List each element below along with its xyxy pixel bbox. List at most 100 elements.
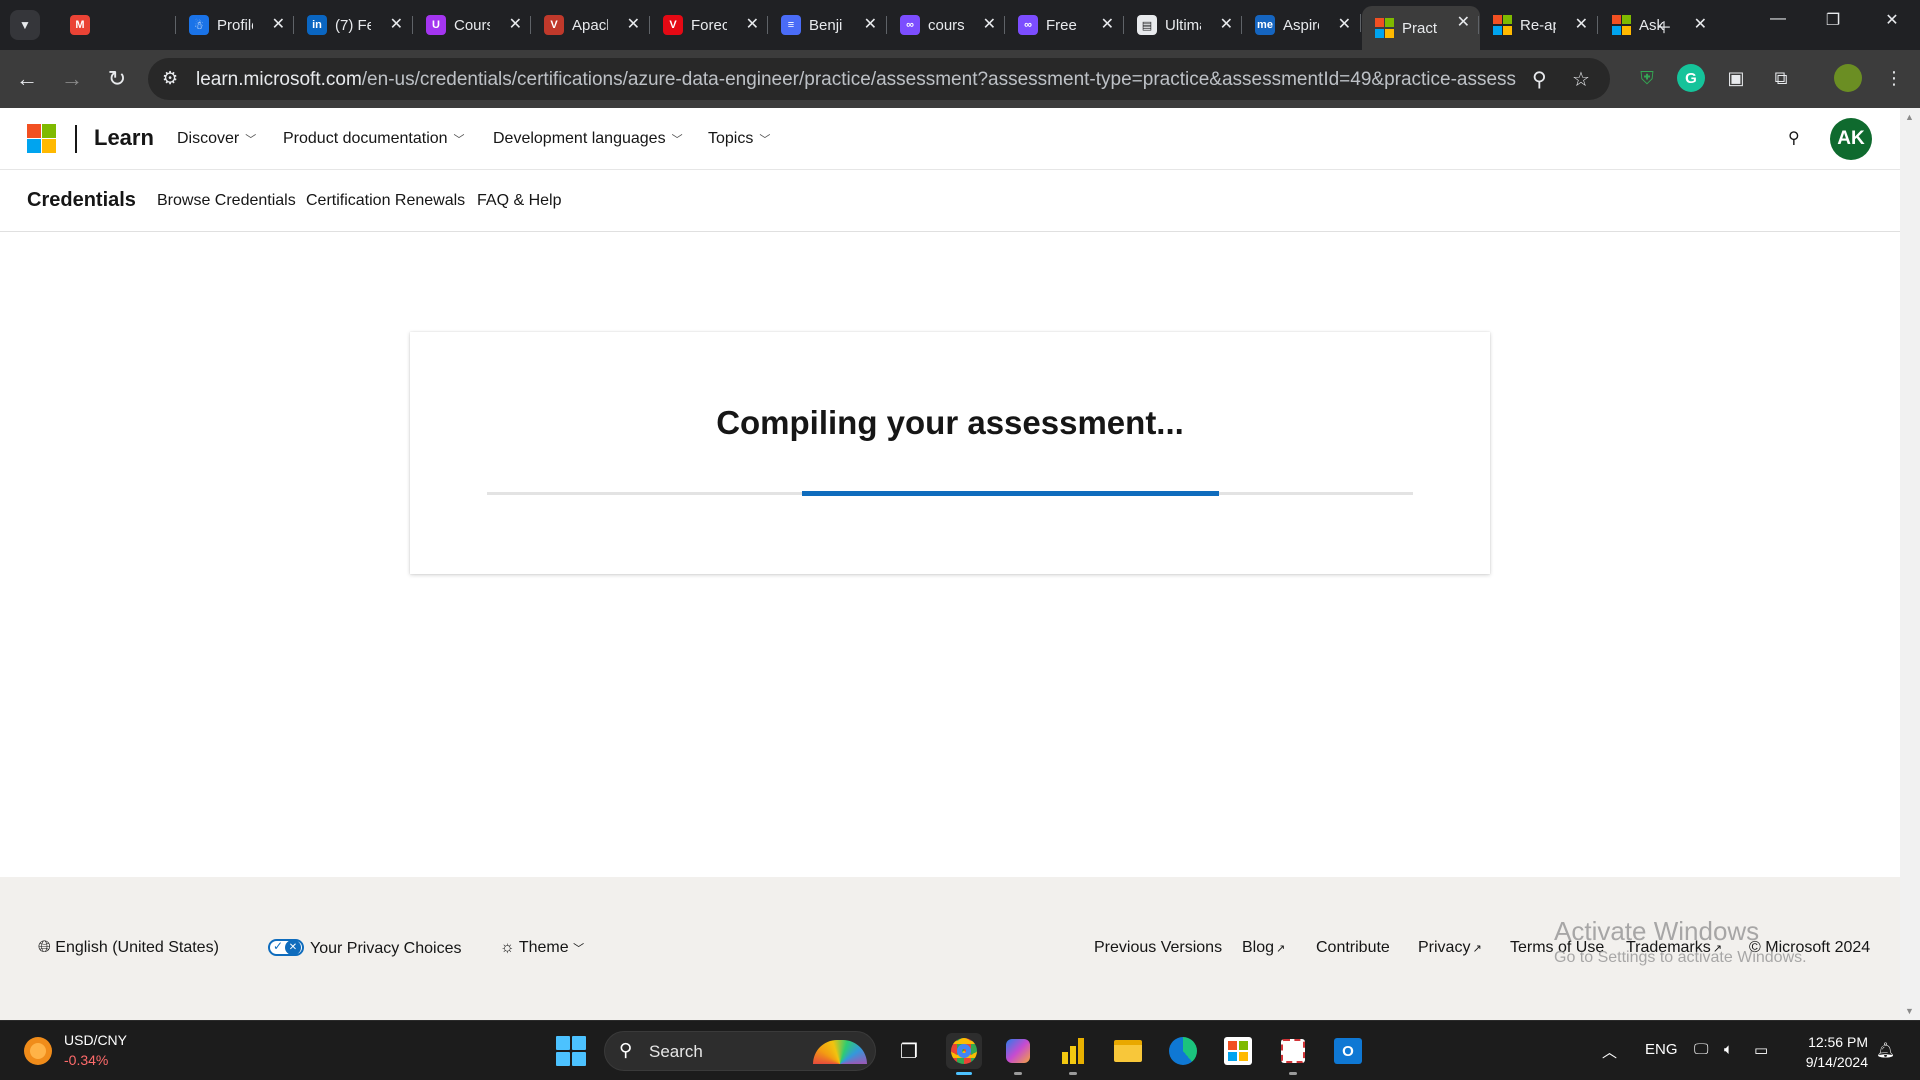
ticker-symbol[interactable]: USD/CNY: [64, 1032, 127, 1048]
edge-taskbar-icon[interactable]: [1165, 1033, 1201, 1069]
learn-brand-link[interactable]: Learn: [94, 125, 154, 151]
external-link-icon: ↗: [1276, 943, 1286, 955]
nav-development-languages[interactable]: Development languages ﹀: [493, 130, 683, 148]
snipping-tool-taskbar-icon[interactable]: [1275, 1033, 1311, 1075]
close-tab-icon[interactable]: ✕: [1220, 14, 1233, 34]
watermark-subtitle: Go to Settings to activate Windows.: [1554, 949, 1807, 966]
notifications-bell-icon[interactable]: 🔔︎: [1876, 1041, 1895, 1059]
power-bi-taskbar-icon[interactable]: [1055, 1033, 1091, 1075]
browser-tab[interactable]: ☃ Profile ✕: [175, 8, 295, 42]
taskbar-search-label: Search: [649, 1042, 703, 1061]
taskbar-search[interactable]: ⚲ Search: [604, 1031, 876, 1071]
network-icon[interactable]: 🖵︎: [1694, 1041, 1708, 1058]
udemy-icon: U: [426, 15, 446, 35]
nav-product-documentation[interactable]: Product documentation ﹀: [283, 130, 465, 148]
footer-link-label: Blog: [1242, 939, 1275, 956]
browser-tab[interactable]: Re-apply ✕: [1478, 8, 1598, 42]
zoom-icon[interactable]: ⚲: [1532, 67, 1547, 92]
privacy-choices-link[interactable]: Your Privacy Choices: [268, 939, 461, 958]
tab-title: Profile: [217, 16, 253, 34]
profile-avatar-icon[interactable]: [1834, 64, 1862, 92]
browser-tab[interactable]: V Apache ✕: [530, 8, 650, 42]
language-selector[interactable]: 🌐︎ English (United States): [38, 939, 219, 957]
close-tab-icon[interactable]: ✕: [272, 14, 285, 34]
extensions-puzzle-icon[interactable]: ⧉: [1767, 64, 1795, 92]
footer-link-contribute[interactable]: Contribute: [1316, 939, 1390, 957]
tab-search-button[interactable]: ▼: [10, 10, 40, 40]
chrome-taskbar-icon[interactable]: [946, 1033, 982, 1075]
close-tab-icon[interactable]: ✕: [1694, 14, 1707, 34]
credentials-title[interactable]: Credentials: [27, 189, 136, 212]
scroll-down-arrow-icon[interactable]: ▼: [1905, 1006, 1914, 1016]
show-hidden-icons-chevron-icon[interactable]: ︿: [1602, 1041, 1617, 1062]
tab-title: Course: [454, 16, 490, 34]
browser-tab[interactable]: ∞ Free ✕: [1004, 8, 1124, 42]
browser-tab[interactable]: ▤ Ultimate ✕: [1123, 8, 1243, 42]
close-tab-icon[interactable]: ✕: [1101, 14, 1114, 34]
microsoft-logo[interactable]: [27, 124, 56, 153]
battery-icon[interactable]: ▭: [1754, 1041, 1768, 1059]
close-tab-icon[interactable]: ✕: [746, 14, 759, 34]
nav-topics[interactable]: Topics ﹀: [708, 130, 770, 148]
close-window-button[interactable]: ✕: [1872, 10, 1912, 30]
address-bar[interactable]: ⚙ learn.microsoft.com/en-us/credentials/…: [148, 58, 1610, 100]
new-tab-button[interactable]: ＋: [1644, 14, 1684, 38]
input-language[interactable]: ENG: [1645, 1041, 1678, 1058]
nav-discover[interactable]: Discover ﹀: [177, 130, 256, 148]
file-explorer-taskbar-icon[interactable]: [1110, 1033, 1146, 1069]
copilot-taskbar-icon[interactable]: [1000, 1033, 1036, 1075]
outlook-taskbar-icon[interactable]: O: [1330, 1033, 1366, 1069]
browser-tab[interactable]: ∞ course ✕: [886, 8, 1006, 42]
footer-link-blog[interactable]: Blog ↗: [1242, 939, 1285, 957]
theme-selector[interactable]: ☼ Theme ﹀: [500, 939, 584, 957]
reading-mode-icon[interactable]: ▣: [1722, 64, 1750, 92]
volume-icon[interactable]: 🔈︎: [1724, 1041, 1733, 1058]
start-button[interactable]: [556, 1036, 586, 1066]
shield-extension-icon[interactable]: ⛨: [1633, 64, 1661, 92]
close-tab-icon[interactable]: ✕: [509, 14, 522, 34]
task-view-icon[interactable]: ❐: [891, 1033, 927, 1069]
clock-date: 9/14/2024: [1805, 1054, 1868, 1070]
close-tab-icon[interactable]: ✕: [983, 14, 996, 34]
store-taskbar-icon[interactable]: [1220, 1033, 1256, 1069]
close-tab-icon[interactable]: ✕: [627, 14, 640, 34]
close-tab-icon[interactable]: ✕: [1457, 12, 1470, 32]
bookmark-star-icon[interactable]: ☆: [1572, 67, 1590, 92]
site-info-icon[interactable]: ⚙: [162, 68, 178, 89]
url-text[interactable]: learn.microsoft.com/en-us/credentials/ce…: [196, 69, 1516, 91]
browser-menu-icon[interactable]: ⋮: [1880, 64, 1908, 92]
browser-tab[interactable]: U Course ✕: [412, 8, 532, 42]
scroll-up-arrow-icon[interactable]: ▲: [1905, 112, 1914, 122]
browser-tab[interactable]: in (7) Feed ✕: [293, 8, 413, 42]
browser-tab[interactable]: Practice ✕: [1360, 6, 1480, 50]
reload-button[interactable]: ↻: [102, 64, 132, 94]
forward-button[interactable]: →: [57, 64, 87, 94]
restore-button[interactable]: ❐: [1813, 10, 1853, 30]
user-avatar[interactable]: AK: [1830, 118, 1872, 160]
back-button[interactable]: ←: [12, 64, 42, 94]
subnav-certification-renewals[interactable]: Certification Renewals: [306, 192, 465, 210]
close-tab-icon[interactable]: ✕: [390, 14, 403, 34]
browser-tab[interactable]: ≡ Benji ✕: [767, 8, 887, 42]
tab-title: Re-apply: [1520, 16, 1556, 34]
windows-taskbar: USD/CNY -0.34% ⚲ Search ❐ O ︿ ENG 🖵︎ 🔈︎ …: [0, 1020, 1920, 1080]
search-icon[interactable]: ⚲: [1788, 128, 1800, 148]
system-clock[interactable]: 12:56 PM 9/14/2024: [1798, 1032, 1868, 1072]
subnav-browse-credentials[interactable]: Browse Credentials: [157, 192, 296, 210]
browser-tab[interactable]: M: [58, 8, 108, 42]
footer-link-privacy[interactable]: Privacy ↗: [1418, 939, 1482, 957]
link-icon: ∞: [900, 15, 920, 35]
currency-widget-icon[interactable]: [24, 1037, 52, 1065]
close-tab-icon[interactable]: ✕: [1338, 14, 1351, 34]
minimize-button[interactable]: —: [1758, 10, 1798, 28]
footer-link-previous-versions[interactable]: Previous Versions: [1094, 939, 1222, 957]
close-tab-icon[interactable]: ✕: [864, 14, 877, 34]
page-scrollbar[interactable]: ▲ ▼: [1900, 108, 1920, 1020]
nav-label: Discover: [177, 130, 240, 147]
browser-tab[interactable]: me Aspire ✕: [1241, 8, 1361, 42]
subnav-faq-help[interactable]: FAQ & Help: [477, 192, 561, 210]
close-tab-icon[interactable]: ✕: [1575, 14, 1588, 34]
grammarly-extension-icon[interactable]: G: [1677, 64, 1705, 92]
link-icon: ∞: [1018, 15, 1038, 35]
browser-tab[interactable]: V Forecast ✕: [649, 8, 769, 42]
